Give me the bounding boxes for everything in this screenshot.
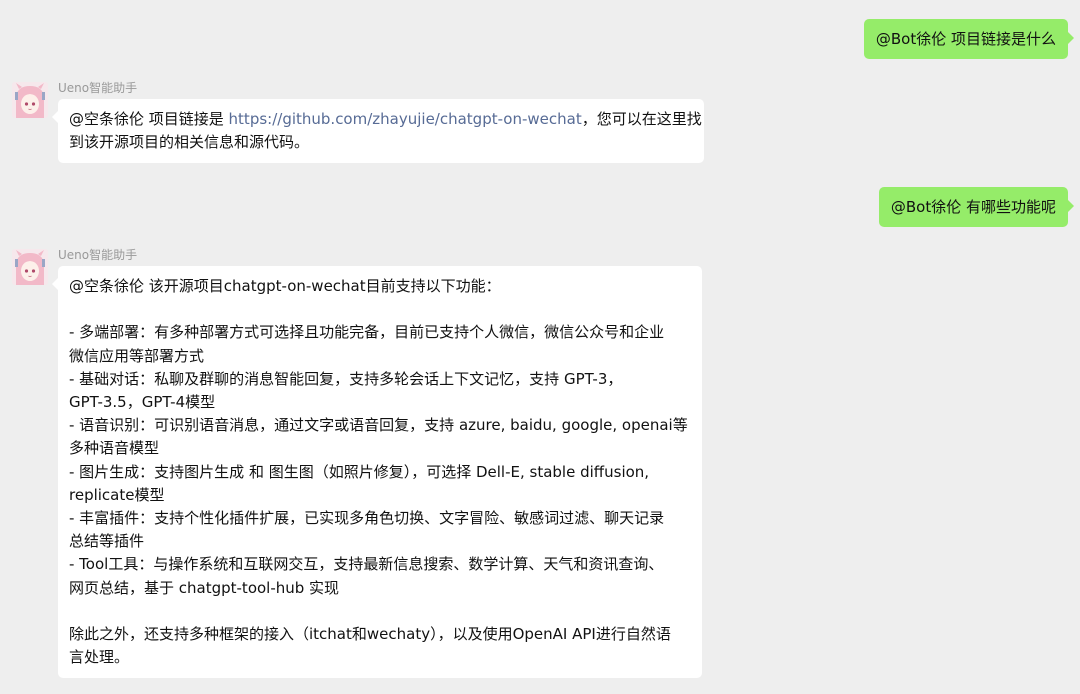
message-line: GPT-3.5，GPT-4模型 <box>69 393 216 411</box>
sender-name: Ueno智能助手 <box>58 81 138 95</box>
incoming-message-bubble[interactable]: @空条徐伦 项目链接是 https://github.com/zhayujie/… <box>52 99 704 164</box>
outgoing-message-row: @Bot徐伦 有哪些功能呢 <box>878 187 1075 227</box>
message-text: @Bot徐伦 有哪些功能呢 <box>890 198 1056 216</box>
message-line: - 基础对话：私聊及群聊的消息智能回复，支持多轮会话上下文记忆，支持 GPT-3… <box>69 369 623 388</box>
message-line: 除此之外，还支持多种框架的接入（itchat和wechaty），以及使用Open… <box>69 625 671 644</box>
chat-window: @Bot徐伦 项目链接是什么 Ueno智能助手 @空条徐伦 项目链接是 http… <box>0 0 1080 694</box>
project-link[interactable]: https://github.com/zhayujie/chatgpt-on-w… <box>229 110 582 128</box>
incoming-message-bubble[interactable]: @空条徐伦 该开源项目chatgpt-on-wechat目前支持以下功能： - … <box>52 266 702 679</box>
message-line: @空条徐伦 该开源项目chatgpt-on-wechat目前支持以下功能： <box>69 277 501 295</box>
message-line: 总结等插件 <box>69 532 145 551</box>
message-line: - 语音识别：可识别语音消息，通过文字或语音回复，支持 azure, baidu… <box>69 416 688 435</box>
message-line: 多种语音模型 <box>69 439 160 458</box>
message-line: @空条徐伦 项目链接是 https://github.com/zhayujie/… <box>69 108 702 131</box>
message-text: @空条徐伦 项目链接是 <box>69 110 229 128</box>
message-line: replicate模型 <box>69 485 165 504</box>
sender-name: Ueno智能助手 <box>58 248 138 262</box>
avatar[interactable] <box>12 249 48 285</box>
message-line: - Tool工具：与操作系统和互联网交互，支持最新信息搜索、数学计算、天气和资讯… <box>69 555 664 574</box>
message-line: - 图片生成：支持图片生成 和 图生图（如照片修复），可选择 Dell-E, s… <box>69 462 650 481</box>
message-line: - 丰富插件：支持个性化插件扩展，已实现多角色切换、文字冒险、敏感词过滤、聊天记… <box>69 509 665 528</box>
outgoing-message-bubble[interactable]: @Bot徐伦 项目链接是什么 <box>863 19 1075 59</box>
message-line: 言处理。 <box>69 648 130 667</box>
message-text: @Bot徐伦 项目链接是什么 <box>875 30 1056 48</box>
bot-avatar-icon <box>12 249 48 285</box>
avatar[interactable] <box>12 82 48 118</box>
message-line: 到该开源项目的相关信息和源代码。 <box>69 133 310 152</box>
message-text: ，您可以在这里找 <box>581 110 702 128</box>
outgoing-message-bubble[interactable]: @Bot徐伦 有哪些功能呢 <box>878 187 1075 227</box>
message-line: - 多端部署：有多种部署方式可选择且功能完备，目前已支持个人微信，微信公众号和企… <box>69 323 665 342</box>
message-line: 微信应用等部署方式 <box>69 346 205 365</box>
message-line: 网页总结，基于 chatgpt-tool-hub 实现 <box>69 578 340 597</box>
outgoing-message-row: @Bot徐伦 项目链接是什么 <box>863 19 1075 59</box>
bot-avatar-icon <box>12 82 48 118</box>
